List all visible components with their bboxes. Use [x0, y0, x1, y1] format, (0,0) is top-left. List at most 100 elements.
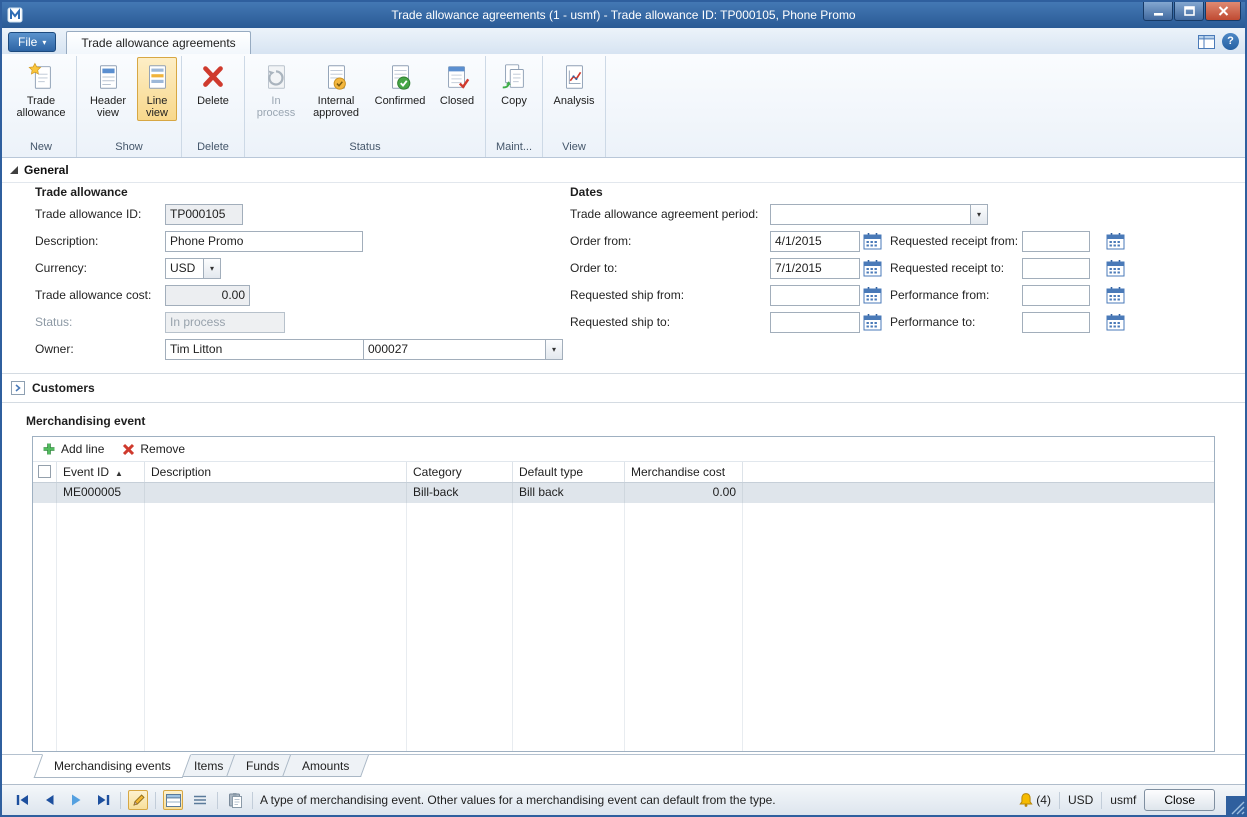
requested-receipt-from-field[interactable]: [1022, 231, 1090, 252]
ribbon-group-new-label: New: [10, 140, 72, 157]
ribbon-group-show: Header view Line view Show: [77, 56, 182, 157]
tab-merchandising-events-label: Merchandising events: [54, 759, 171, 773]
currency-field[interactable]: USD: [165, 258, 204, 279]
order-from-calendar-icon[interactable]: [863, 233, 882, 250]
requested-ship-to-calendar-icon[interactable]: [863, 314, 882, 331]
performance-from-calendar-icon[interactable]: [1106, 287, 1125, 304]
line-view-label: Line view: [139, 95, 175, 119]
previous-record-icon[interactable]: [39, 790, 59, 810]
grid-view-icon[interactable]: [163, 790, 183, 810]
tab-merchandising-events[interactable]: Merchandising events: [34, 754, 191, 778]
workspace-layout-icon[interactable]: [1198, 35, 1215, 49]
minimize-button[interactable]: [1143, 2, 1173, 21]
column-header-default-type[interactable]: Default type: [513, 462, 625, 482]
performance-to-field[interactable]: [1022, 312, 1090, 333]
first-record-icon[interactable]: [12, 790, 32, 810]
order-from-field[interactable]: 4/1/2015: [770, 231, 860, 252]
tab-amounts[interactable]: Amounts: [282, 755, 369, 777]
statusbar-divider: [1059, 792, 1060, 809]
trade-allowance-button[interactable]: Trade allowance: [10, 57, 72, 121]
copy-icon: [499, 61, 529, 93]
agreement-period-field[interactable]: [770, 204, 971, 225]
requested-receipt-from-calendar-icon[interactable]: [1106, 233, 1125, 250]
header-view-button[interactable]: Header view: [81, 57, 135, 121]
app-icon[interactable]: [7, 7, 23, 23]
statusbar-currency[interactable]: USD: [1068, 793, 1093, 807]
last-record-icon[interactable]: [93, 790, 113, 810]
closed-button[interactable]: Closed: [433, 57, 481, 109]
document-attachments-icon[interactable]: [225, 790, 245, 810]
internal-approved-button[interactable]: Internal approved: [305, 57, 367, 121]
owner-dropdown-button[interactable]: ▾: [545, 339, 563, 360]
next-record-icon[interactable]: [66, 790, 86, 810]
help-icon[interactable]: ?: [1222, 33, 1239, 50]
owner-label: Owner:: [35, 339, 74, 360]
requested-ship-from-field[interactable]: [770, 285, 860, 306]
currency-dropdown-button[interactable]: ▾: [203, 258, 221, 279]
ribbon-group-view: Analysis View: [543, 56, 606, 157]
merchandise-cost-cell[interactable]: 0.00: [625, 483, 743, 503]
remove-button[interactable]: Remove: [122, 442, 185, 456]
ribbon-group-maintain-label: Maint...: [490, 140, 538, 157]
status-label: Status:: [35, 312, 72, 333]
row-select-cell[interactable]: [33, 483, 57, 503]
category-cell[interactable]: Bill-back: [407, 483, 513, 503]
general-section-header[interactable]: General: [10, 163, 69, 177]
customers-section-header[interactable]: Customers: [2, 373, 1245, 403]
currency-label: Currency:: [35, 258, 87, 279]
select-all-cell: [33, 462, 57, 482]
performance-from-label: Performance from:: [890, 285, 989, 306]
description-cell[interactable]: [145, 483, 407, 503]
requested-ship-to-field[interactable]: [770, 312, 860, 333]
copy-button[interactable]: Copy: [490, 57, 538, 109]
internal-approved-label: Internal approved: [307, 95, 365, 119]
agreement-period-dropdown-button[interactable]: ▾: [970, 204, 988, 225]
owner-id-field[interactable]: 000027: [363, 339, 546, 360]
performance-from-field[interactable]: [1022, 285, 1090, 306]
trade-allowance-group-header: Trade allowance: [35, 185, 128, 199]
customers-section-title: Customers: [32, 381, 95, 395]
order-to-calendar-icon[interactable]: [863, 260, 882, 277]
requested-receipt-to-field[interactable]: [1022, 258, 1090, 279]
statusbar-help-text: A type of merchandising event. Other val…: [260, 793, 776, 807]
tab-items-label: Items: [194, 759, 223, 773]
tab-funds-label: Funds: [246, 759, 279, 773]
internal-approved-icon: [321, 61, 351, 93]
maximize-button[interactable]: [1174, 2, 1204, 21]
default-type-cell[interactable]: Bill back: [513, 483, 625, 503]
file-menu-button[interactable]: File ▾: [8, 32, 56, 52]
column-header-description[interactable]: Description: [145, 462, 407, 482]
form-content: General Trade allowance Dates Trade allo…: [2, 158, 1245, 784]
resize-grip[interactable]: [1226, 796, 1245, 815]
list-view-icon[interactable]: [190, 790, 210, 810]
table-row[interactable]: ME000005 Bill-back Bill back 0.00: [33, 483, 1214, 503]
owner-name-field[interactable]: Tim Litton: [165, 339, 364, 360]
analysis-button[interactable]: Analysis: [547, 57, 601, 109]
ribbon-group-status: In process Internal approved Confirmed: [245, 56, 486, 157]
document-tab[interactable]: Trade allowance agreements: [66, 31, 250, 54]
close-button[interactable]: Close: [1144, 789, 1215, 811]
select-all-checkbox[interactable]: [38, 465, 51, 478]
performance-to-calendar-icon[interactable]: [1106, 314, 1125, 331]
delete-button[interactable]: Delete: [186, 57, 240, 109]
close-window-button[interactable]: [1205, 2, 1241, 21]
add-line-button[interactable]: Add line: [42, 442, 104, 456]
requested-ship-from-calendar-icon[interactable]: [863, 287, 882, 304]
edit-mode-pencil-icon[interactable]: [128, 790, 148, 810]
requested-receipt-to-calendar-icon[interactable]: [1106, 260, 1125, 277]
confirmed-button[interactable]: Confirmed: [369, 57, 431, 109]
event-id-cell[interactable]: ME000005: [57, 483, 145, 503]
analysis-chart-icon: [559, 61, 589, 93]
app-window: Trade allowance agreements (1 - usmf) - …: [0, 0, 1247, 817]
order-to-field[interactable]: 7/1/2015: [770, 258, 860, 279]
line-view-button[interactable]: Line view: [137, 57, 177, 121]
description-field[interactable]: Phone Promo: [165, 231, 363, 252]
notifications-button[interactable]: (4): [1018, 792, 1051, 808]
column-header-category[interactable]: Category: [407, 462, 513, 482]
column-header-event-id[interactable]: Event ID▲: [57, 462, 145, 482]
header-view-label: Header view: [83, 95, 133, 119]
trade-allowance-id-label: Trade allowance ID:: [35, 204, 141, 225]
column-header-merchandise-cost[interactable]: Merchandise cost: [625, 462, 743, 482]
statusbar-company[interactable]: usmf: [1110, 793, 1136, 807]
confirmed-label: Confirmed: [375, 95, 426, 107]
